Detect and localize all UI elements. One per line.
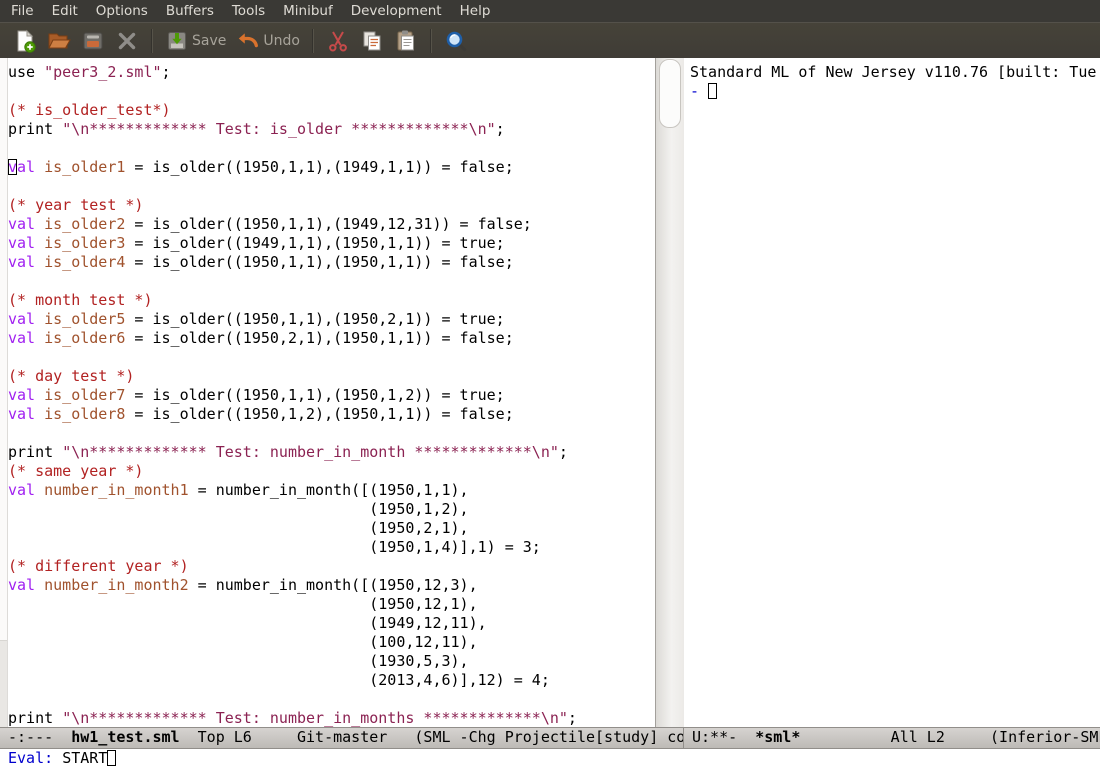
copy-button[interactable]	[355, 27, 389, 55]
repl-modeline: U:**- *sml* All L2 (Inferior-SML	[684, 727, 1100, 749]
code-line: (1950,12,1),	[8, 595, 655, 614]
code-line: print "\n************* Test: number_in_m…	[8, 709, 655, 727]
buffer-name: *sml*	[755, 728, 800, 746]
code-line: val is_older3 = is_older((1949,1,1),(195…	[8, 234, 655, 253]
close-icon	[115, 29, 139, 53]
code-line: (1930,5,3),	[8, 652, 655, 671]
menu-item-options[interactable]: Options	[87, 1, 157, 21]
minibuffer-prompt: Eval:	[8, 749, 62, 767]
code-line: val is_older6 = is_older((1950,2,1),(195…	[8, 329, 655, 348]
menu-item-minibuf[interactable]: Minibuf	[274, 1, 342, 21]
code-line: print "\n************* Test: is_older **…	[8, 120, 655, 139]
code-line: val is_older1 = is_older((1950,1,1),(194…	[8, 158, 655, 177]
undo-button-label: Undo	[263, 33, 300, 49]
code-line: (100,12,11),	[8, 633, 655, 652]
repl-pane[interactable]: Standard ML of New Jersey v110.76 [built…	[690, 58, 1100, 727]
code-line	[8, 139, 655, 158]
toolbar-separator	[312, 29, 314, 53]
modeline-info: All L2 (Inferior-SML	[800, 728, 1100, 746]
code-line	[8, 177, 655, 196]
minibuffer-cursor	[107, 749, 116, 767]
copy-icon	[360, 29, 384, 53]
code-line: val is_older5 = is_older((1950,1,1),(195…	[8, 310, 655, 329]
code-line: val is_older7 = is_older((1950,1,1),(195…	[8, 386, 655, 405]
code-line: (1950,1,2),	[8, 500, 655, 519]
code-line	[8, 348, 655, 367]
code-line: (1950,1,4)],1) = 3;	[8, 538, 655, 557]
code-line: val number_in_month1 = number_in_month([…	[8, 481, 655, 500]
editor-left-scrollbar-thumb[interactable]	[0, 58, 7, 641]
menu-item-development[interactable]: Development	[342, 1, 451, 21]
code-line: val number_in_month2 = number_in_month([…	[8, 576, 655, 595]
editor-scrollbar-thumb[interactable]	[659, 59, 681, 128]
cut-icon	[326, 29, 350, 53]
code-line	[8, 272, 655, 291]
source-editor-pane[interactable]: use "peer3_2.sml";(* is_older_test*)prin…	[8, 58, 655, 727]
code-line: (* different year *)	[8, 557, 655, 576]
code-line: (2013,4,6)],12) = 4;	[8, 671, 655, 690]
save-as-button[interactable]: Save	[160, 27, 231, 55]
code-line: val is_older2 = is_older((1950,1,1),(194…	[8, 215, 655, 234]
frame-body: use "peer3_2.sml";(* is_older_test*)prin…	[0, 58, 1100, 749]
code-line	[8, 690, 655, 709]
editor-left-scrollbar[interactable]	[0, 58, 8, 727]
buffer-name: hw1_test.sml	[71, 728, 179, 746]
menu-item-tools[interactable]: Tools	[223, 1, 274, 21]
modeline-flags: -:---	[8, 728, 71, 746]
code-line: print "\n************* Test: number_in_m…	[8, 443, 655, 462]
code-line: (1949,12,11),	[8, 614, 655, 633]
save-button-label: Save	[192, 33, 226, 49]
code-line: (* is_older_test*)	[8, 101, 655, 120]
editor-modeline: -:--- hw1_test.sml Top L6 Git-master (SM…	[0, 727, 684, 749]
paste-icon	[394, 29, 418, 53]
code-line: val is_older4 = is_older((1950,1,1),(195…	[8, 253, 655, 272]
paste-button[interactable]	[389, 27, 423, 55]
code-line: use "peer3_2.sml";	[8, 63, 655, 82]
toolbar-separator	[430, 29, 432, 53]
open-folder-icon	[47, 29, 71, 53]
code-line	[8, 424, 655, 443]
editor-window: use "peer3_2.sml";(* is_older_test*)prin…	[0, 58, 684, 749]
minibuffer[interactable]: Eval: START	[0, 749, 1100, 768]
code-line: Standard ML of New Jersey v110.76 [built…	[690, 63, 1100, 82]
code-line: (* year test *)	[8, 196, 655, 215]
undo-icon	[236, 29, 260, 53]
repl-window: Standard ML of New Jersey v110.76 [built…	[684, 58, 1100, 749]
editor-scrollbar[interactable]	[655, 58, 684, 727]
code-line: val is_older8 = is_older((1950,1,2),(195…	[8, 405, 655, 424]
code-line: -	[690, 82, 1100, 101]
save-buffer-button[interactable]	[76, 27, 110, 55]
code-line: (1950,2,1),	[8, 519, 655, 538]
menu-item-file[interactable]: File	[2, 1, 43, 21]
menu-bar: FileEditOptionsBuffersToolsMinibufDevelo…	[0, 0, 1100, 22]
close-buffer-button[interactable]	[110, 27, 144, 55]
code-line: (* day test *)	[8, 367, 655, 386]
new-file-icon	[13, 29, 37, 53]
menu-item-help[interactable]: Help	[451, 1, 500, 21]
new-file-button[interactable]	[8, 27, 42, 55]
open-file-button[interactable]	[42, 27, 76, 55]
code-line	[8, 82, 655, 101]
save-file-icon	[81, 29, 105, 53]
save-as-icon	[165, 29, 189, 53]
menu-item-edit[interactable]: Edit	[43, 1, 87, 21]
code-line: (* month test *)	[8, 291, 655, 310]
search-icon	[444, 29, 468, 53]
toolbar-separator	[151, 29, 153, 53]
search-button[interactable]	[439, 27, 473, 55]
code-line: (* same year *)	[8, 462, 655, 481]
menu-item-buffers[interactable]: Buffers	[157, 1, 223, 21]
minibuffer-input: START	[62, 749, 107, 767]
tool-bar: Save Undo	[0, 22, 1100, 58]
undo-button[interactable]: Undo	[231, 27, 305, 55]
modeline-flags: U:**-	[692, 728, 755, 746]
cut-button[interactable]	[321, 27, 355, 55]
modeline-info: Top L6 Git-master (SML -Chg Projectile[s…	[180, 728, 684, 746]
